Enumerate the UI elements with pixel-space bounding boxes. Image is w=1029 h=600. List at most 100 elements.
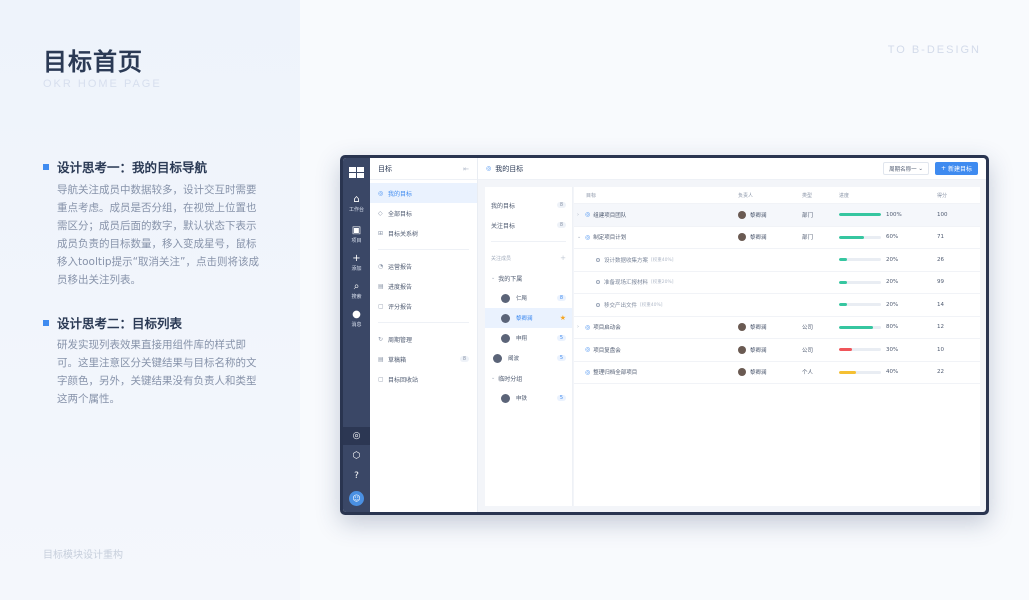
- nav-item-label: 目标关系树: [388, 230, 419, 238]
- expand-chevron-icon[interactable]: ⌄: [577, 234, 585, 240]
- search-icon: ⌕: [353, 281, 360, 292]
- avatar: [501, 313, 510, 323]
- brand-label: TO B-DESIGN: [887, 44, 981, 56]
- score-cell: 12: [937, 324, 944, 331]
- count-badge: 8: [556, 295, 566, 301]
- type-cell: 部门: [802, 212, 814, 219]
- progress-bar: [839, 258, 881, 262]
- nav-item[interactable]: ⊞ 目标关系树: [370, 223, 477, 243]
- nav-icon: ▢: [378, 375, 384, 383]
- avatar: [501, 393, 510, 403]
- nav-item[interactable]: ↻ 周期管理: [370, 329, 477, 349]
- nav-item[interactable]: ▢ 目标回收站: [370, 369, 477, 389]
- objective-name: 项目复盘会: [593, 347, 621, 354]
- nav-item[interactable]: ▤ 草稿箱 8: [370, 349, 477, 369]
- add-member-icon[interactable]: +: [560, 254, 566, 262]
- nav-item-label: 全部目标: [388, 210, 413, 218]
- nav-panel: 目标 ⇤ ◎ 我的目标 ◇ 全部目标 ⊞ 目标关系树 ◔ 运营报告 ▤ 进度报告 ▢ 评分报告 ↻ 周…: [370, 158, 478, 512]
- progress-bar: [839, 280, 881, 284]
- star-icon[interactable]: ★: [560, 314, 566, 322]
- key-result-row[interactable]: 设计数据收集方案 [权重40%] 20% 26: [574, 249, 980, 272]
- nav-icon: ▢: [378, 302, 384, 310]
- key-result-dot-icon: [596, 257, 600, 262]
- nav-item[interactable]: ▤ 进度报告: [370, 276, 477, 296]
- target-icon: ◎: [486, 165, 492, 172]
- rail-project[interactable]: ▣ 项目: [343, 225, 370, 244]
- progress-bar: [839, 235, 881, 239]
- rail-search[interactable]: ⌕ 搜索: [343, 281, 370, 300]
- objective-icon: ◎: [585, 233, 591, 241]
- key-result-dot-icon: [596, 302, 600, 307]
- new-objective-button[interactable]: + 新建目标: [935, 162, 978, 175]
- key-result-name: 移交产出文件: [604, 302, 638, 309]
- objective-row[interactable]: › ◎ 项目启动会 黎卿澜 公司 80% 12: [574, 317, 980, 339]
- period-select[interactable]: 周期名称一 ⌄: [883, 162, 930, 175]
- project-icon: ▣: [351, 225, 362, 236]
- page-subtitle: OKR HOME PAGE: [43, 78, 162, 90]
- nav-item-label: 周期管理: [388, 336, 413, 344]
- objective-row[interactable]: ◎ 整理归档全部项目 黎卿澜 个人 40% 22: [574, 362, 980, 384]
- content-title: 我的目标: [495, 164, 524, 173]
- rail-add[interactable]: + 添加: [343, 253, 370, 272]
- help-icon[interactable]: ?: [343, 467, 370, 485]
- table-header: 目标 负责人 类型 进度 得分: [574, 187, 980, 204]
- left-panel: [0, 0, 300, 600]
- user-avatar[interactable]: ☺: [349, 491, 364, 506]
- avatar: [493, 353, 502, 363]
- member-item[interactable]: 申铁 5: [485, 388, 572, 408]
- count-badge: 5: [556, 395, 566, 401]
- type-cell: 公司: [802, 347, 814, 354]
- member-item[interactable]: 黎卿澜 ★: [485, 308, 572, 328]
- add-icon: +: [352, 253, 361, 264]
- objective-row[interactable]: ◎ 项目复盘会 黎卿澜 公司 30% 10: [574, 339, 980, 362]
- objective-row[interactable]: › ◎ 组建项目团队 黎卿澜 部门 100% 100: [574, 204, 980, 227]
- nav-item[interactable]: ◎ 我的目标: [370, 183, 477, 203]
- progress-label: 20%: [886, 301, 899, 308]
- objective-icon: ◎: [585, 368, 591, 376]
- nav-header: 目标 ⇤: [370, 158, 477, 180]
- objective-name: 项目启动会: [593, 325, 621, 332]
- my-objectives-item[interactable]: 我的目标 8: [485, 195, 572, 215]
- objective-name: 组建项目团队: [593, 212, 627, 219]
- type-cell: 个人: [802, 370, 814, 377]
- icon-rail: ⌂ 工作台 ▣ 项目 + 添加 ⌕ 搜索 ● 消息 ◎ ⬡? ☺: [343, 158, 370, 512]
- followed-objectives-item[interactable]: 关注目标 8: [485, 215, 572, 235]
- section-body-1: 导航关注成员中数据较多，设计交互时需要重点考虑。成员是否分组，在视觉上位置也需区…: [57, 184, 259, 286]
- target-icon[interactable]: ◎: [343, 427, 370, 445]
- progress-label: 30%: [886, 346, 899, 353]
- subgroup-subordinates[interactable]: ⌄ 我的下属: [485, 268, 572, 288]
- progress-label: 20%: [886, 279, 899, 286]
- nav-icon: ↻: [378, 335, 384, 343]
- cube-icon[interactable]: ⬡: [343, 447, 370, 465]
- key-result-row[interactable]: 准备现场汇报材料 [权重20%] 20% 99: [574, 272, 980, 294]
- nav-icon: ▤: [378, 282, 384, 290]
- objective-row[interactable]: ⌄ ◎ 制定项目计划 黎卿澜 部门 60% 71: [574, 227, 980, 249]
- divider: [378, 249, 469, 250]
- nav-item-label: 目标回收站: [388, 376, 419, 384]
- score-cell: 10: [937, 346, 944, 353]
- rail-label: 搜索: [351, 294, 362, 300]
- nav-icon: ◇: [378, 209, 383, 217]
- progress-label: 60%: [886, 234, 899, 241]
- owner-name: 黎卿澜: [750, 370, 767, 377]
- rail-message[interactable]: ● 消息: [343, 309, 370, 328]
- collapse-icon[interactable]: ⇤: [463, 165, 469, 173]
- progress-bar: [839, 213, 881, 217]
- expand-chevron-icon[interactable]: ›: [577, 324, 585, 330]
- progress-fill: [839, 235, 865, 239]
- rail-home[interactable]: ⌂ 工作台: [343, 194, 370, 213]
- avatar: [738, 233, 746, 242]
- avatar: [738, 345, 746, 354]
- key-result-row[interactable]: 移交产出文件 [权重40%] 20% 14: [574, 294, 980, 317]
- member-item[interactable]: 阚波 5: [485, 348, 572, 368]
- count-badge: 8: [459, 356, 469, 362]
- nav-item[interactable]: ◇ 全部目标: [370, 203, 477, 223]
- key-result-dot-icon: [596, 280, 600, 285]
- subgroup-temporary[interactable]: ⌄ 临时分组: [485, 368, 572, 388]
- owner-name: 黎卿澜: [750, 235, 767, 242]
- member-item[interactable]: 仁飚 8: [485, 288, 572, 308]
- expand-chevron-icon[interactable]: ›: [577, 212, 585, 218]
- nav-item[interactable]: ▢ 评分报告: [370, 296, 477, 316]
- nav-item[interactable]: ◔ 运营报告: [370, 256, 477, 276]
- member-item[interactable]: 申翔 5: [485, 328, 572, 348]
